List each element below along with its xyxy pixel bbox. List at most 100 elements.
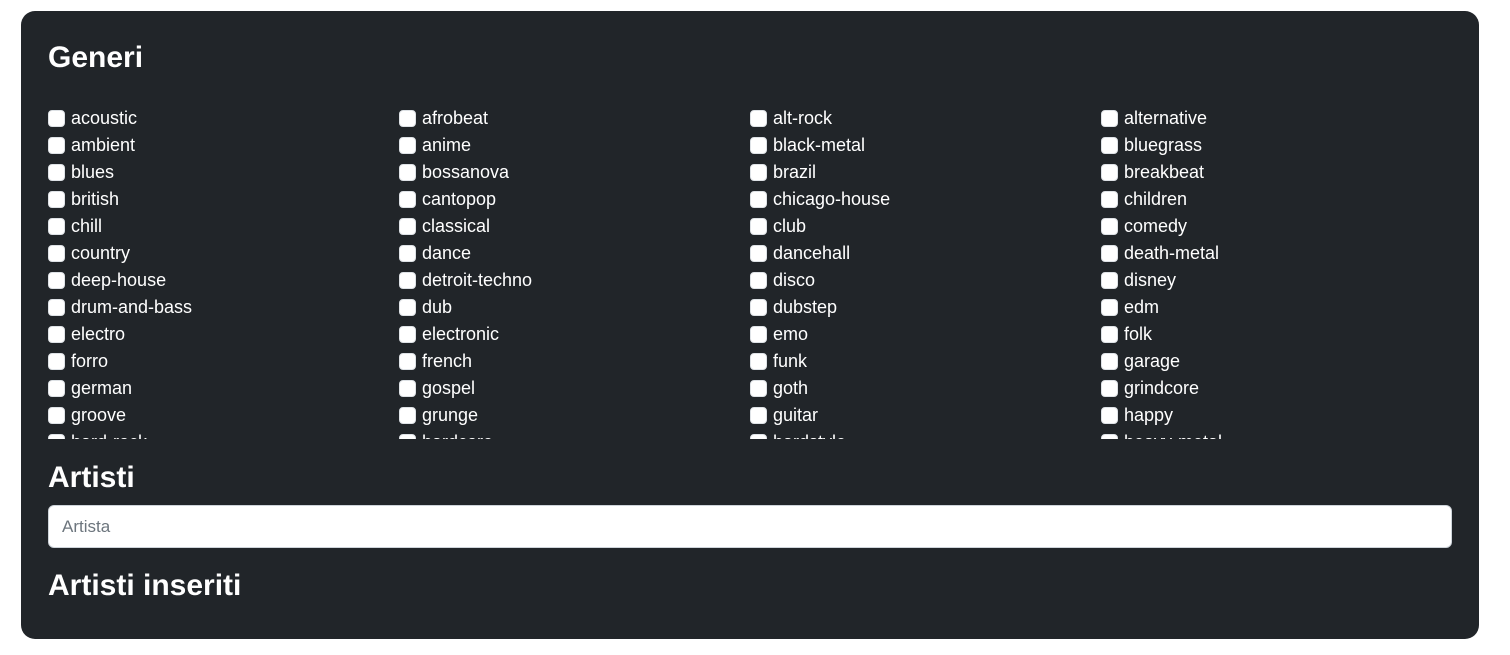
genre-option[interactable]: detroit-techno (399, 267, 750, 294)
genre-checkbox[interactable] (399, 245, 416, 262)
genre-option[interactable]: bossanova (399, 159, 750, 186)
genre-option[interactable]: alternative (1101, 105, 1452, 132)
genre-option[interactable]: chicago-house (750, 186, 1101, 213)
genre-checkbox[interactable] (48, 407, 65, 424)
genre-checkbox[interactable] (750, 380, 767, 397)
genre-option[interactable]: breakbeat (1101, 159, 1452, 186)
genre-checkbox[interactable] (750, 299, 767, 316)
genre-checkbox[interactable] (1101, 407, 1118, 424)
genre-checkbox[interactable] (48, 299, 65, 316)
genre-checkbox[interactable] (1101, 137, 1118, 154)
genre-checkbox[interactable] (399, 407, 416, 424)
genre-option[interactable]: cantopop (399, 186, 750, 213)
artist-input[interactable] (48, 505, 1452, 548)
genre-option[interactable]: happy (1101, 402, 1452, 429)
genre-checkbox[interactable] (750, 110, 767, 127)
genre-checkbox[interactable] (48, 353, 65, 370)
genre-checkbox[interactable] (750, 164, 767, 181)
genre-option[interactable]: disney (1101, 267, 1452, 294)
genre-checkbox[interactable] (1101, 380, 1118, 397)
genre-checkbox[interactable] (399, 299, 416, 316)
genre-checkbox[interactable] (48, 110, 65, 127)
genre-option[interactable]: alt-rock (750, 105, 1101, 132)
genre-checkbox[interactable] (48, 164, 65, 181)
genre-option[interactable]: hardstyle (750, 429, 1101, 439)
genre-checkbox[interactable] (399, 218, 416, 235)
genre-option[interactable]: electro (48, 321, 399, 348)
genre-checkbox[interactable] (1101, 434, 1118, 439)
genre-option[interactable]: garage (1101, 348, 1452, 375)
genre-option[interactable]: dubstep (750, 294, 1101, 321)
genre-checkbox[interactable] (1101, 353, 1118, 370)
genre-option[interactable]: british (48, 186, 399, 213)
genre-option[interactable]: deep-house (48, 267, 399, 294)
genre-option[interactable]: hardcore (399, 429, 750, 439)
genre-option[interactable]: children (1101, 186, 1452, 213)
genre-option[interactable]: dance (399, 240, 750, 267)
genre-option[interactable]: french (399, 348, 750, 375)
genre-checkbox[interactable] (1101, 164, 1118, 181)
genre-option[interactable]: german (48, 375, 399, 402)
genre-checkbox[interactable] (750, 326, 767, 343)
genre-option[interactable]: heavy-metal (1101, 429, 1452, 439)
genre-checkbox[interactable] (1101, 326, 1118, 343)
genre-checkbox[interactable] (399, 353, 416, 370)
genre-checkbox[interactable] (48, 326, 65, 343)
genre-checkbox[interactable] (48, 218, 65, 235)
genre-option[interactable]: gospel (399, 375, 750, 402)
genre-option[interactable]: dub (399, 294, 750, 321)
genre-checkbox[interactable] (48, 272, 65, 289)
genre-checkbox[interactable] (399, 164, 416, 181)
genre-checkbox[interactable] (399, 110, 416, 127)
genre-checkbox[interactable] (1101, 110, 1118, 127)
genre-option[interactable]: grindcore (1101, 375, 1452, 402)
genre-checkbox[interactable] (750, 191, 767, 208)
genre-option[interactable]: edm (1101, 294, 1452, 321)
genre-option[interactable]: afrobeat (399, 105, 750, 132)
genre-checkbox[interactable] (750, 434, 767, 439)
genre-option[interactable]: chill (48, 213, 399, 240)
genre-option[interactable]: black-metal (750, 132, 1101, 159)
genre-option[interactable]: country (48, 240, 399, 267)
genre-option[interactable]: anime (399, 132, 750, 159)
genre-option[interactable]: death-metal (1101, 240, 1452, 267)
genre-checkbox[interactable] (750, 218, 767, 235)
genre-option[interactable]: ambient (48, 132, 399, 159)
genre-option[interactable]: guitar (750, 402, 1101, 429)
genre-checkbox[interactable] (750, 272, 767, 289)
genre-list-scroll-area[interactable]: acoustic afrobeat alt-rock alternative ambie… (48, 105, 1452, 439)
genre-option[interactable]: drum-and-bass (48, 294, 399, 321)
genre-checkbox[interactable] (750, 407, 767, 424)
genre-checkbox[interactable] (399, 434, 416, 439)
genre-option[interactable]: club (750, 213, 1101, 240)
genre-checkbox[interactable] (399, 137, 416, 154)
genre-checkbox[interactable] (48, 380, 65, 397)
genre-checkbox[interactable] (1101, 272, 1118, 289)
genre-checkbox[interactable] (399, 272, 416, 289)
genre-option[interactable]: comedy (1101, 213, 1452, 240)
genre-option[interactable]: disco (750, 267, 1101, 294)
genre-option[interactable]: grunge (399, 402, 750, 429)
genre-option[interactable]: forro (48, 348, 399, 375)
genre-option[interactable]: goth (750, 375, 1101, 402)
genre-checkbox[interactable] (48, 137, 65, 154)
genre-option[interactable]: groove (48, 402, 399, 429)
genre-option[interactable]: emo (750, 321, 1101, 348)
genre-checkbox[interactable] (750, 353, 767, 370)
genre-option[interactable]: electronic (399, 321, 750, 348)
genre-checkbox[interactable] (399, 191, 416, 208)
genre-option[interactable]: bluegrass (1101, 132, 1452, 159)
genre-option[interactable]: brazil (750, 159, 1101, 186)
genre-checkbox[interactable] (399, 326, 416, 343)
genre-option[interactable]: classical (399, 213, 750, 240)
genre-option[interactable]: hard-rock (48, 429, 399, 439)
genre-checkbox[interactable] (48, 191, 65, 208)
genre-checkbox[interactable] (750, 137, 767, 154)
genre-option[interactable]: blues (48, 159, 399, 186)
genre-checkbox[interactable] (1101, 191, 1118, 208)
genre-option[interactable]: folk (1101, 321, 1452, 348)
genre-checkbox[interactable] (48, 434, 65, 439)
genre-option[interactable]: funk (750, 348, 1101, 375)
genre-checkbox[interactable] (48, 245, 65, 262)
genre-option[interactable]: dancehall (750, 240, 1101, 267)
